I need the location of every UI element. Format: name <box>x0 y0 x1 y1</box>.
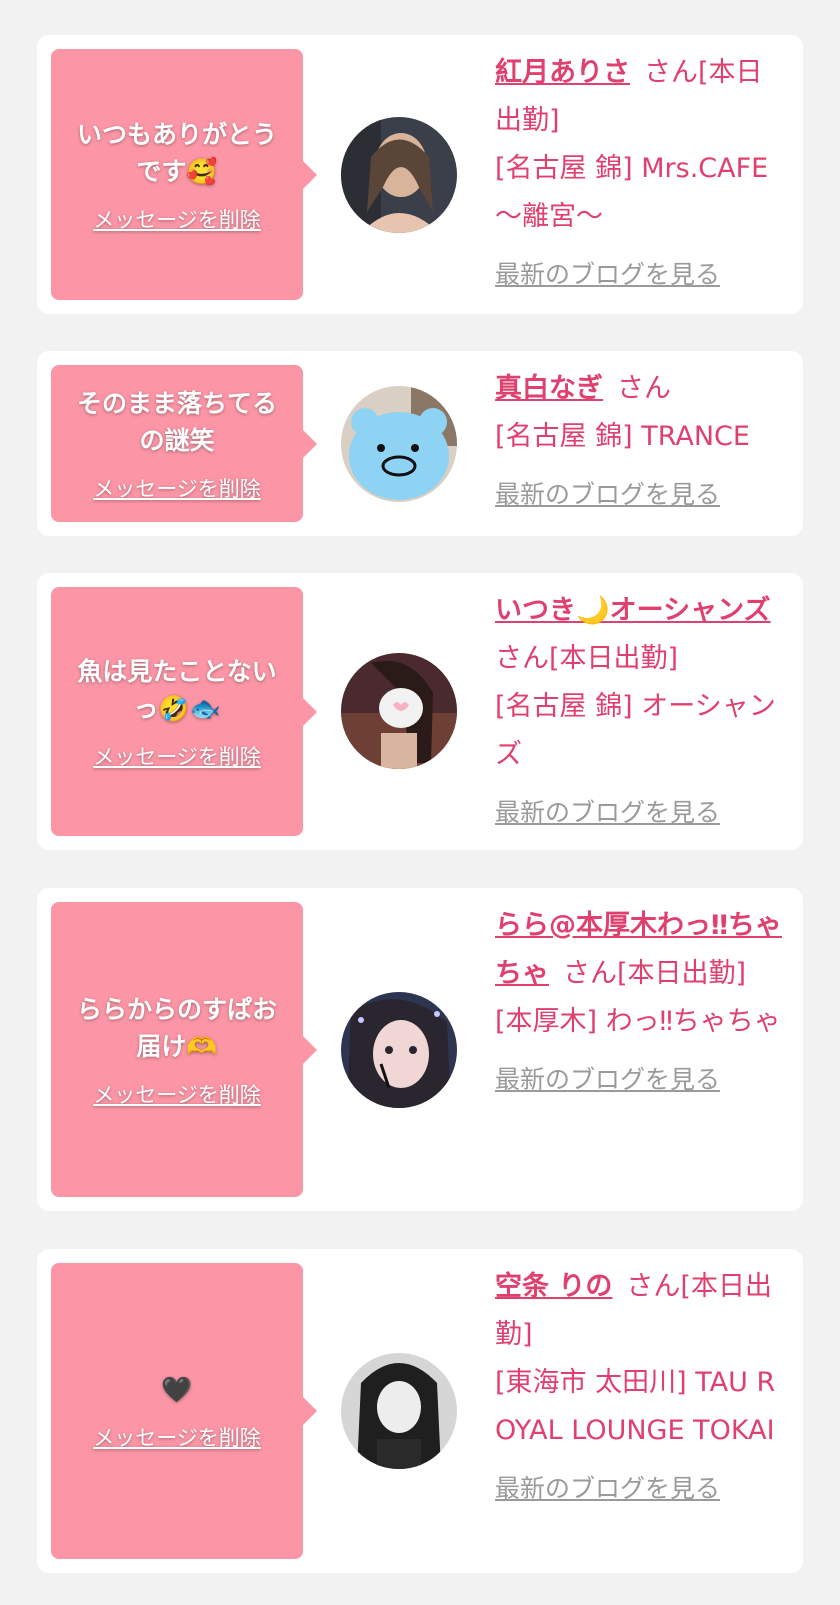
sender-name-link[interactable]: 紅月ありさ <box>495 57 630 88</box>
message-bubble: 🖤 メッセージを削除 <box>51 1263 317 1559</box>
message-text: そのまま落ちてるの謎笑 <box>76 388 277 455</box>
delete-message-link[interactable]: メッセージを削除 <box>93 1422 261 1452</box>
shop-name: [東海市 太田川] TAU ROYAL LOUNGE TOKAI <box>495 1367 776 1446</box>
delete-message-link[interactable]: メッセージを削除 <box>93 1079 261 1109</box>
message-card: ららからのすぱお届け🫶 メッセージを削除 らら@本厚木わっ‼ちゃちゃ さん[本日出… <box>37 888 803 1211</box>
shop-name: [名古屋 錦] TRANCE <box>495 421 750 452</box>
latest-blog-link[interactable]: 最新のブログを見る <box>495 1056 720 1104</box>
sender-name-link[interactable]: いつき🌙オーシャンズ <box>495 595 771 626</box>
sender-suffix: さん <box>617 373 671 404</box>
message-text: 魚は見たことないっ🤣🐟 <box>77 656 277 723</box>
latest-blog-link[interactable]: 最新のブログを見る <box>495 1465 720 1513</box>
avatar[interactable] <box>341 653 457 769</box>
message-text: ららからのすぱお届け🫶 <box>76 994 277 1061</box>
sender-info: 紅月ありさ さん[本日出勤] [名古屋 錦] Mrs.CAFE 〜離宮〜 最新のブ… <box>495 49 789 299</box>
avatar[interactable] <box>341 117 457 233</box>
delete-message-link[interactable]: メッセージを削除 <box>93 741 261 771</box>
latest-blog-link[interactable]: 最新のブログを見る <box>495 471 720 519</box>
sender-info: 空条 りの さん[本日出勤] [東海市 太田川] TAU ROYAL LOUNGE… <box>495 1263 789 1513</box>
message-text: いつもありがとうです🥰 <box>76 119 277 186</box>
delete-message-link[interactable]: メッセージを削除 <box>93 473 261 503</box>
shop-name: [名古屋 錦] Mrs.CAFE 〜離宮〜 <box>495 153 769 232</box>
avatar[interactable] <box>341 386 457 502</box>
delete-message-link[interactable]: メッセージを削除 <box>93 204 261 234</box>
avatar[interactable] <box>341 1353 457 1469</box>
shop-name: [本厚木] わっ‼ちゃちゃ <box>495 1006 781 1037</box>
message-bubble: いつもありがとうです🥰 メッセージを削除 <box>51 49 317 300</box>
message-card: 🖤 メッセージを削除 空条 りの さん[本日出勤] [東海市 太田川] TAU R… <box>37 1249 803 1573</box>
shop-name: [名古屋 錦] オーシャンズ <box>495 691 776 770</box>
message-card: 魚は見たことないっ🤣🐟 メッセージを削除 いつき🌙オーシャンズさん[本日出勤] … <box>37 573 803 850</box>
latest-blog-link[interactable]: 最新のブログを見る <box>495 789 720 837</box>
message-card: そのまま落ちてるの謎笑 メッセージを削除 真白なぎ さん [名古屋 錦] TRAN… <box>37 351 803 536</box>
message-bubble: そのまま落ちてるの謎笑 メッセージを削除 <box>51 365 317 522</box>
message-bubble: 魚は見たことないっ🤣🐟 メッセージを削除 <box>51 587 317 836</box>
sender-name-link[interactable]: 空条 りの <box>495 1271 612 1302</box>
message-card: いつもありがとうです🥰 メッセージを削除 紅月ありさ さん[本日出勤] [名古屋 … <box>37 35 803 314</box>
sender-info: らら@本厚木わっ‼ちゃちゃ さん[本日出勤] [本厚木] わっ‼ちゃちゃ 最新のブ… <box>495 902 789 1104</box>
message-bubble: ららからのすぱお届け🫶 メッセージを削除 <box>51 902 317 1197</box>
sender-name-link[interactable]: 真白なぎ <box>495 373 603 404</box>
sender-suffix: さん[本日出勤] <box>563 958 747 989</box>
message-text: 🖤 <box>161 1374 193 1404</box>
avatar[interactable] <box>341 992 457 1108</box>
sender-suffix: さん[本日出勤] <box>495 643 679 674</box>
sender-info: いつき🌙オーシャンズさん[本日出勤] [名古屋 錦] オーシャンズ 最新のブログ… <box>495 587 789 837</box>
latest-blog-link[interactable]: 最新のブログを見る <box>495 251 720 299</box>
sender-info: 真白なぎ さん [名古屋 錦] TRANCE 最新のブログを見る <box>495 365 789 519</box>
